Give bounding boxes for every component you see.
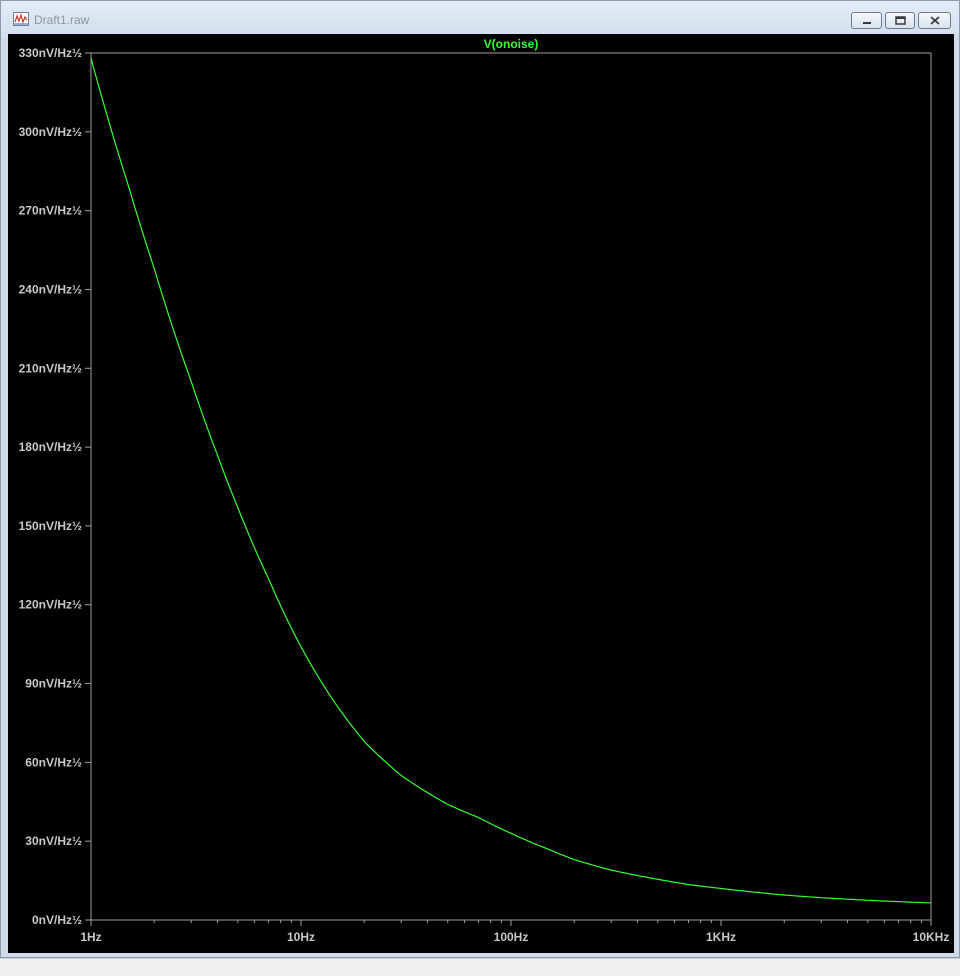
minimize-icon: [862, 21, 871, 24]
y-tick-label: 210nV/Hz½: [19, 361, 82, 375]
y-tick-label: 0nV/Hz½: [32, 913, 82, 927]
close-button[interactable]: [918, 12, 951, 29]
close-icon: [929, 16, 940, 25]
y-tick-label: 300nV/Hz½: [19, 125, 82, 139]
y-tick-label: 240nV/Hz½: [19, 282, 82, 296]
window-title: Draft1.raw: [34, 13, 90, 27]
x-tick-label: 10Hz: [287, 930, 315, 944]
x-tick-label: 100Hz: [494, 930, 529, 944]
y-tick-label: 60nV/Hz½: [25, 755, 82, 769]
y-tick-label: 330nV/Hz½: [19, 46, 82, 60]
plot-window: Draft1.raw V(onoise) 330nV/Hz½ 300nV/Hz½ 27…: [0, 0, 960, 958]
y-tick-label: 90nV/Hz½: [25, 677, 82, 691]
series-line-onoise: [90, 58, 932, 904]
y-tick-label: 270nV/Hz½: [19, 204, 82, 218]
y-tick-label: 150nV/Hz½: [19, 519, 82, 533]
minimize-button[interactable]: [851, 12, 882, 29]
y-tick-label: 120nV/Hz½: [19, 598, 82, 612]
maximize-button[interactable]: [885, 12, 915, 29]
x-tick-label: 10KHz: [913, 930, 950, 944]
noise-plot[interactable]: V(onoise) 330nV/Hz½ 300nV/Hz½ 270nV/Hz½ 240n…: [8, 34, 954, 953]
x-tick-label: 1Hz: [80, 930, 101, 944]
y-tick-label: 30nV/Hz½: [25, 834, 82, 848]
status-bar: [0, 958, 960, 976]
x-tick-label: 1KHz: [706, 930, 736, 944]
plot-area[interactable]: V(onoise) 330nV/Hz½ 300nV/Hz½ 270nV/Hz½ 240n…: [8, 34, 954, 953]
title-bar[interactable]: Draft1.raw: [1, 1, 959, 37]
maximize-icon: [894, 16, 906, 25]
plot-frame: [90, 52, 932, 921]
chart-title: V(onoise): [484, 37, 539, 51]
y-tick-label: 180nV/Hz½: [19, 440, 82, 454]
waveform-icon: [13, 12, 29, 26]
